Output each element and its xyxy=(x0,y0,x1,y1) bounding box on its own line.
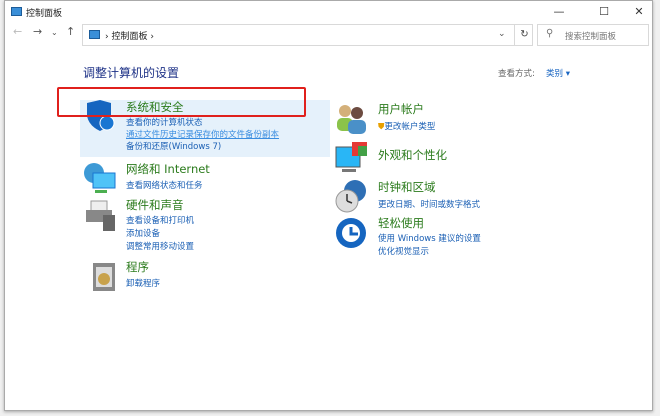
link-mobility-settings[interactable]: 调整常用移动设置 xyxy=(126,240,194,252)
link-devices-printers[interactable]: 查看设备和打印机 xyxy=(126,214,194,226)
address-dropdown[interactable]: ⌄ xyxy=(498,29,506,39)
search-icon: ⚲ xyxy=(546,28,554,39)
maximize-button[interactable]: ☐ xyxy=(590,3,618,21)
search-placeholder: 搜索控制面板 xyxy=(565,32,617,42)
link-check-status[interactable]: 查看你的计算机状态 xyxy=(126,116,203,128)
link-add-device[interactable]: 添加设备 xyxy=(126,227,160,239)
window-title: 控制面板 xyxy=(26,9,63,19)
control-panel-icon xyxy=(89,30,100,39)
link-network-status[interactable]: 查看网络状态和任务 xyxy=(126,179,203,191)
network-icon xyxy=(84,163,116,193)
back-button[interactable]: ← xyxy=(13,25,22,38)
link-optimize-display[interactable]: 优化视觉显示 xyxy=(378,245,429,257)
refresh-button[interactable]: ↻ xyxy=(514,25,534,45)
link-file-history[interactable]: 通过文件历史记录保存你的文件备份副本 xyxy=(126,128,279,140)
appearance-icon xyxy=(335,142,367,172)
control-panel-window: 控制面板 — ☐ ✕ ← → ⌄ ↑ › 控制面板 › ⌄ ↻ ⚲ 搜索控制面板… xyxy=(4,0,653,411)
view-by-label: 查看方式: xyxy=(498,69,535,79)
page-title: 调整计算机的设置 xyxy=(83,66,180,80)
link-date-time-format[interactable]: 更改日期、时间或数字格式 xyxy=(378,198,480,210)
users-icon xyxy=(337,105,366,134)
up-button[interactable]: ↑ xyxy=(66,25,75,38)
link-recommended-settings[interactable]: 使用 Windows 建议的设置 xyxy=(378,232,481,244)
minimize-button[interactable]: — xyxy=(545,3,573,21)
ease-of-access-icon xyxy=(336,218,366,248)
control-panel-icon xyxy=(11,7,22,16)
clock-icon xyxy=(335,180,366,213)
recent-locations-button[interactable]: ⌄ xyxy=(51,28,58,37)
close-button[interactable]: ✕ xyxy=(625,3,653,21)
title-bar: 控制面板 — ☐ ✕ xyxy=(5,1,652,23)
forward-button[interactable]: → xyxy=(33,25,42,38)
link-uninstall[interactable]: 卸载程序 xyxy=(126,277,160,289)
link-backup-restore[interactable]: 备份和还原(Windows 7) xyxy=(126,140,221,152)
programs-icon xyxy=(93,263,115,291)
link-change-account-type[interactable]: ⛊更改帐户类型 xyxy=(378,120,435,132)
address-bar[interactable]: › 控制面板 › ⌄ ↻ xyxy=(82,24,533,46)
annotation-highlight-box xyxy=(57,87,306,117)
printer-icon xyxy=(86,200,115,231)
search-input[interactable]: ⚲ 搜索控制面板 xyxy=(537,24,649,46)
breadcrumb[interactable]: › 控制面板 › xyxy=(105,29,154,42)
view-by-dropdown[interactable]: 类别 ▾ xyxy=(546,67,570,79)
